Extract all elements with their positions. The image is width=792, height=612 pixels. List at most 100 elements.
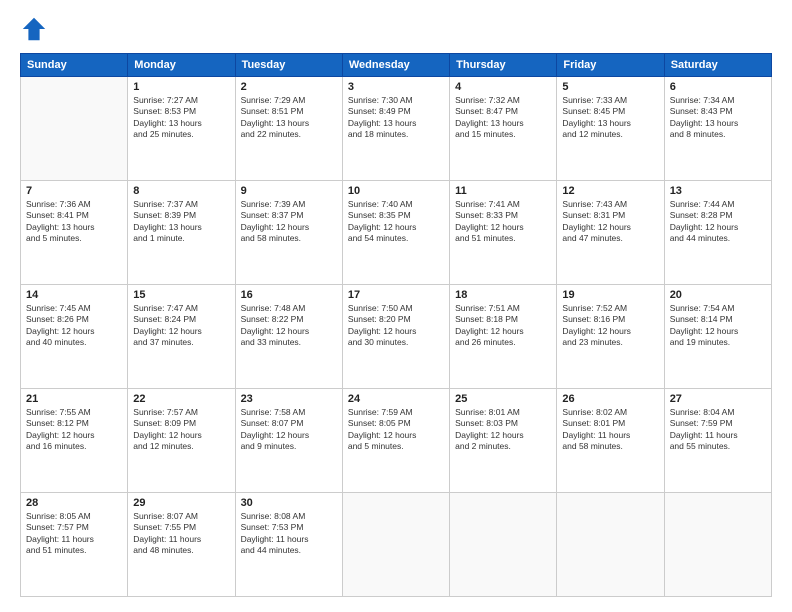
calendar-cell: 9 Sunrise: 7:39 AMSunset: 8:37 PMDaylight… [235,181,342,285]
calendar-cell: 25 Sunrise: 8:01 AMSunset: 8:03 PMDayligh… [450,389,557,493]
day-info: Sunrise: 7:55 AMSunset: 8:12 PMDaylight:… [26,407,122,453]
day-info: Sunrise: 7:54 AMSunset: 8:14 PMDaylight:… [670,303,766,349]
calendar-cell: 23 Sunrise: 7:58 AMSunset: 8:07 PMDayligh… [235,389,342,493]
day-number: 23 [241,393,337,405]
day-info: Sunrise: 7:30 AMSunset: 8:49 PMDaylight:… [348,95,444,141]
day-number: 26 [562,393,658,405]
week-row-2: 7 Sunrise: 7:36 AMSunset: 8:41 PMDaylight… [21,181,772,285]
calendar-cell: 1 Sunrise: 7:27 AMSunset: 8:53 PMDaylight… [128,77,235,181]
day-info: Sunrise: 8:02 AMSunset: 8:01 PMDaylight:… [562,407,658,453]
calendar-cell: 2Sunrise: 7:29 AMSunset: 8:51 PMDaylight… [235,77,342,181]
day-info: Sunrise: 8:04 AMSunset: 7:59 PMDaylight:… [670,407,766,453]
logo [20,15,52,43]
day-number: 25 [455,393,551,405]
day-info: Sunrise: 7:58 AMSunset: 8:07 PMDaylight:… [241,407,337,453]
day-info: Sunrise: 7:57 AMSunset: 8:09 PMDaylight:… [133,407,229,453]
weekday-header-tuesday: Tuesday [235,54,342,77]
calendar-cell: 10Sunrise: 7:40 AMSunset: 8:35 PMDayligh… [342,181,449,285]
calendar-cell: 26 Sunrise: 8:02 AMSunset: 8:01 PMDayligh… [557,389,664,493]
day-number: 27 [670,393,766,405]
calendar-cell [664,493,771,597]
calendar-cell: 28 Sunrise: 8:05 AMSunset: 7:57 PMDayligh… [21,493,128,597]
day-info: Sunrise: 8:07 AMSunset: 7:55 PMDaylight:… [133,511,229,557]
day-number: 8 [133,185,229,197]
day-info: Sunrise: 7:41 AMSunset: 8:33 PMDaylight:… [455,199,551,245]
calendar-cell: 13Sunrise: 7:44 AMSunset: 8:28 PMDayligh… [664,181,771,285]
weekday-header-friday: Friday [557,54,664,77]
day-info: Sunrise: 8:05 AMSunset: 7:57 PMDaylight:… [26,511,122,557]
day-info: Sunrise: 7:45 AMSunset: 8:26 PMDaylight:… [26,303,122,349]
calendar: SundayMondayTuesdayWednesdayThursdayFrid… [20,53,772,597]
day-number: 9 [241,185,337,197]
calendar-cell: 30 Sunrise: 8:08 AMSunset: 7:53 PMDayligh… [235,493,342,597]
day-info: Sunrise: 7:27 AMSunset: 8:53 PMDaylight:… [133,95,229,141]
day-info: Sunrise: 7:50 AMSunset: 8:20 PMDaylight:… [348,303,444,349]
day-info: Sunrise: 8:08 AMSunset: 7:53 PMDaylight:… [241,511,337,557]
weekday-header-sunday: Sunday [21,54,128,77]
day-number: 29 [133,497,229,509]
week-row-3: 14 Sunrise: 7:45 AMSunset: 8:26 PMDayligh… [21,285,772,389]
calendar-cell: 27 Sunrise: 8:04 AMSunset: 7:59 PMDayligh… [664,389,771,493]
calendar-cell: 3 Sunrise: 7:30 AMSunset: 8:49 PMDaylight… [342,77,449,181]
day-number: 5 [562,81,658,93]
day-info: Sunrise: 7:33 AMSunset: 8:45 PMDaylight:… [562,95,658,141]
day-number: 20 [670,289,766,301]
day-number: 11 [455,185,551,197]
calendar-cell: 5 Sunrise: 7:33 AMSunset: 8:45 PMDaylight… [557,77,664,181]
day-info: Sunrise: 7:32 AMSunset: 8:47 PMDaylight:… [455,95,551,141]
weekday-header-thursday: Thursday [450,54,557,77]
day-number: 7 [26,185,122,197]
calendar-cell: 12 Sunrise: 7:43 AMSunset: 8:31 PMDayligh… [557,181,664,285]
day-number: 28 [26,497,122,509]
day-number: 17 [348,289,444,301]
day-number: 30 [241,497,337,509]
calendar-cell: 8 Sunrise: 7:37 AMSunset: 8:39 PMDaylight… [128,181,235,285]
logo-icon [20,15,48,43]
calendar-cell: 29 Sunrise: 8:07 AMSunset: 7:55 PMDayligh… [128,493,235,597]
day-info: Sunrise: 7:51 AMSunset: 8:18 PMDaylight:… [455,303,551,349]
weekday-header-wednesday: Wednesday [342,54,449,77]
day-info: Sunrise: 7:37 AMSunset: 8:39 PMDaylight:… [133,199,229,245]
calendar-cell: 19 Sunrise: 7:52 AMSunset: 8:16 PMDayligh… [557,285,664,389]
calendar-cell: 7 Sunrise: 7:36 AMSunset: 8:41 PMDaylight… [21,181,128,285]
day-number: 10 [348,185,444,197]
day-info: Sunrise: 8:01 AMSunset: 8:03 PMDaylight:… [455,407,551,453]
week-row-1: 1 Sunrise: 7:27 AMSunset: 8:53 PMDaylight… [21,77,772,181]
day-info: Sunrise: 7:59 AMSunset: 8:05 PMDaylight:… [348,407,444,453]
day-number: 21 [26,393,122,405]
day-info: Sunrise: 7:29 AMSunset: 8:51 PMDaylight:… [241,95,337,141]
day-number: 4 [455,81,551,93]
day-info: Sunrise: 7:43 AMSunset: 8:31 PMDaylight:… [562,199,658,245]
day-number: 1 [133,81,229,93]
day-info: Sunrise: 7:52 AMSunset: 8:16 PMDaylight:… [562,303,658,349]
calendar-cell: 14 Sunrise: 7:45 AMSunset: 8:26 PMDayligh… [21,285,128,389]
day-number: 22 [133,393,229,405]
week-row-5: 28 Sunrise: 8:05 AMSunset: 7:57 PMDayligh… [21,493,772,597]
day-number: 14 [26,289,122,301]
calendar-cell: 17 Sunrise: 7:50 AMSunset: 8:20 PMDayligh… [342,285,449,389]
day-number: 6 [670,81,766,93]
day-info: Sunrise: 7:36 AMSunset: 8:41 PMDaylight:… [26,199,122,245]
day-number: 19 [562,289,658,301]
day-info: Sunrise: 7:44 AMSunset: 8:28 PMDaylight:… [670,199,766,245]
calendar-cell: 22 Sunrise: 7:57 AMSunset: 8:09 PMDayligh… [128,389,235,493]
calendar-cell: 20 Sunrise: 7:54 AMSunset: 8:14 PMDayligh… [664,285,771,389]
day-info: Sunrise: 7:34 AMSunset: 8:43 PMDaylight:… [670,95,766,141]
week-row-4: 21 Sunrise: 7:55 AMSunset: 8:12 PMDayligh… [21,389,772,493]
calendar-cell [342,493,449,597]
weekday-header-saturday: Saturday [664,54,771,77]
calendar-cell: 24Sunrise: 7:59 AMSunset: 8:05 PMDayligh… [342,389,449,493]
day-number: 16 [241,289,337,301]
day-info: Sunrise: 7:39 AMSunset: 8:37 PMDaylight:… [241,199,337,245]
weekday-header-row: SundayMondayTuesdayWednesdayThursdayFrid… [21,54,772,77]
calendar-cell [450,493,557,597]
day-info: Sunrise: 7:47 AMSunset: 8:24 PMDaylight:… [133,303,229,349]
calendar-cell [557,493,664,597]
day-number: 3 [348,81,444,93]
calendar-cell: 4 Sunrise: 7:32 AMSunset: 8:47 PMDaylight… [450,77,557,181]
day-number: 15 [133,289,229,301]
weekday-header-monday: Monday [128,54,235,77]
page-header [20,15,772,43]
day-number: 12 [562,185,658,197]
calendar-cell: 6 Sunrise: 7:34 AMSunset: 8:43 PMDaylight… [664,77,771,181]
